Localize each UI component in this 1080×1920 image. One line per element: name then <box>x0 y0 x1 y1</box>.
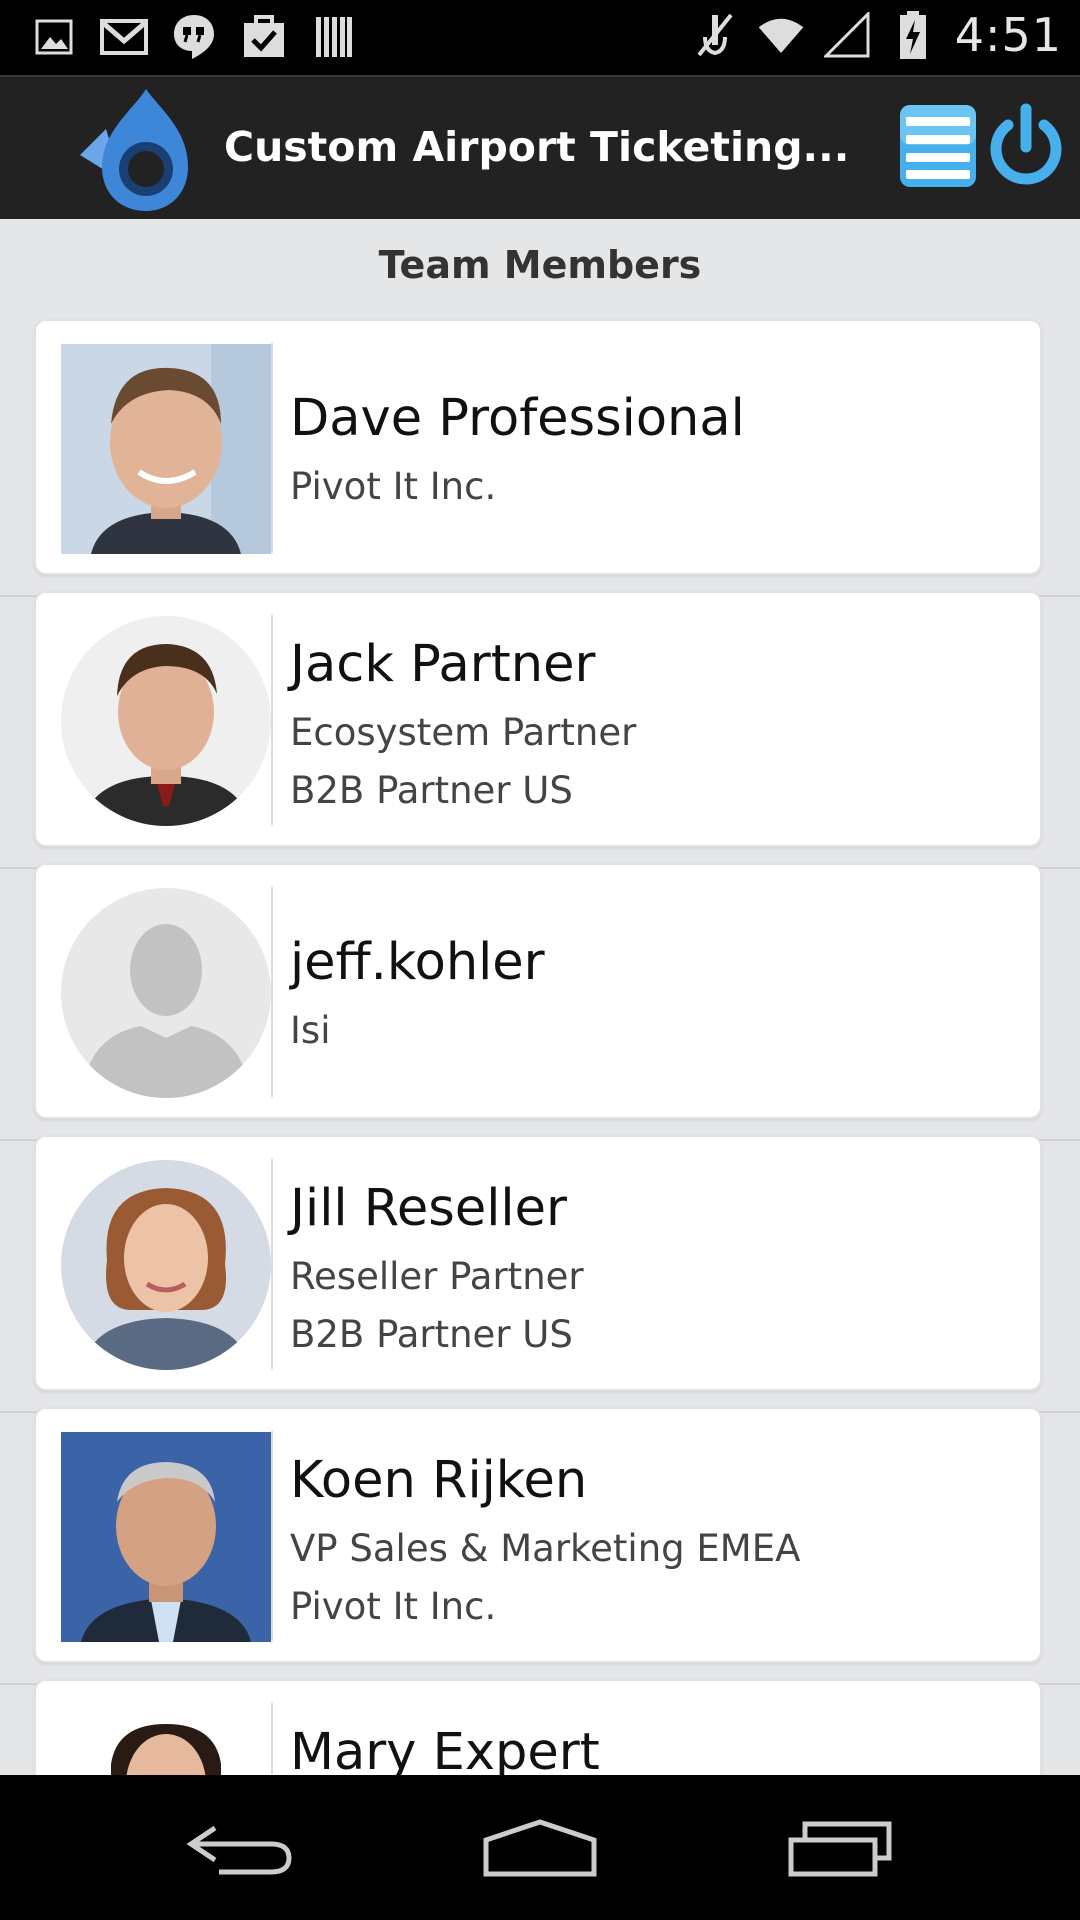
member-company: Pivot It Inc. <box>290 1585 497 1628</box>
member-name: jeff.kohler <box>290 933 545 992</box>
tasks-icon <box>240 14 288 60</box>
recents-button[interactable] <box>760 1803 920 1893</box>
member-company: Isi <box>290 1009 331 1052</box>
member-company: B2B Partner US <box>290 1313 573 1356</box>
divider <box>271 1703 273 1775</box>
member-title: VP Sales & Marketing EMEA <box>290 1527 801 1570</box>
back-icon <box>186 1825 292 1875</box>
wifi-icon <box>757 12 805 58</box>
recents-icon <box>788 1821 892 1877</box>
home-icon <box>483 1819 597 1877</box>
member-card[interactable]: Jack Partner Ecosystem Partner B2B Partn… <box>34 591 1042 847</box>
avatar <box>61 1160 271 1370</box>
list-item: jeff.kohler Isi <box>0 863 1080 1141</box>
hangouts-icon <box>170 14 218 60</box>
team-members-screen: Team Members Dave Professional Pivot It … <box>0 219 1080 1775</box>
member-name: Jill Reseller <box>290 1179 567 1238</box>
status-bar: 4:51 <box>0 0 1080 75</box>
menu-icon <box>900 105 976 187</box>
member-card[interactable]: Dave Professional Pivot It Inc. <box>34 319 1042 575</box>
default-avatar-icon <box>61 888 271 1098</box>
divider <box>271 615 273 825</box>
member-name: Dave Professional <box>290 389 745 448</box>
member-card[interactable]: Mary Expert <box>34 1679 1042 1775</box>
gmail-icon <box>100 14 148 60</box>
member-name: Mary Expert <box>290 1723 600 1775</box>
app-title: Custom Airport Ticketing... <box>224 123 850 171</box>
power-icon <box>990 103 1062 185</box>
gallery-icon <box>30 14 78 60</box>
member-company: Pivot It Inc. <box>290 465 497 508</box>
divider <box>271 1431 273 1641</box>
signal-icon <box>823 12 871 58</box>
clock: 4:51 <box>954 8 1062 62</box>
avatar <box>61 1432 271 1642</box>
member-card[interactable]: jeff.kohler Isi <box>34 863 1042 1119</box>
member-title: Reseller Partner <box>290 1255 584 1298</box>
barcode-icon <box>310 14 358 60</box>
list-item: Mary Expert <box>0 1679 1080 1775</box>
action-bar: Custom Airport Ticketing... <box>0 75 1080 219</box>
list-item: Koen Rijken VP Sales & Marketing EMEA Pi… <box>0 1407 1080 1685</box>
navigation-bar <box>0 1775 1080 1920</box>
divider <box>271 343 273 553</box>
menu-button[interactable] <box>898 103 978 189</box>
member-title: Ecosystem Partner <box>290 711 637 754</box>
avatar <box>61 344 271 554</box>
mute-icon <box>691 12 739 58</box>
member-card[interactable]: Jill Reseller Reseller Partner B2B Partn… <box>34 1135 1042 1391</box>
battery-icon <box>889 11 937 59</box>
member-name: Koen Rijken <box>290 1451 588 1510</box>
app-logo-icon[interactable] <box>76 85 210 215</box>
home-button[interactable] <box>460 1803 620 1893</box>
list-item: Dave Professional Pivot It Inc. <box>0 319 1080 597</box>
divider <box>271 1159 273 1369</box>
power-button[interactable] <box>986 101 1066 189</box>
avatar <box>61 1704 271 1775</box>
divider <box>271 887 273 1097</box>
list-item: Jack Partner Ecosystem Partner B2B Partn… <box>0 591 1080 869</box>
list-item: Jill Reseller Reseller Partner B2B Partn… <box>0 1135 1080 1413</box>
section-title: Team Members <box>378 243 702 287</box>
back-button[interactable] <box>160 1803 320 1893</box>
avatar <box>61 616 271 826</box>
member-card[interactable]: Koen Rijken VP Sales & Marketing EMEA Pi… <box>34 1407 1042 1663</box>
member-name: Jack Partner <box>290 635 596 694</box>
member-company: B2B Partner US <box>290 769 573 812</box>
